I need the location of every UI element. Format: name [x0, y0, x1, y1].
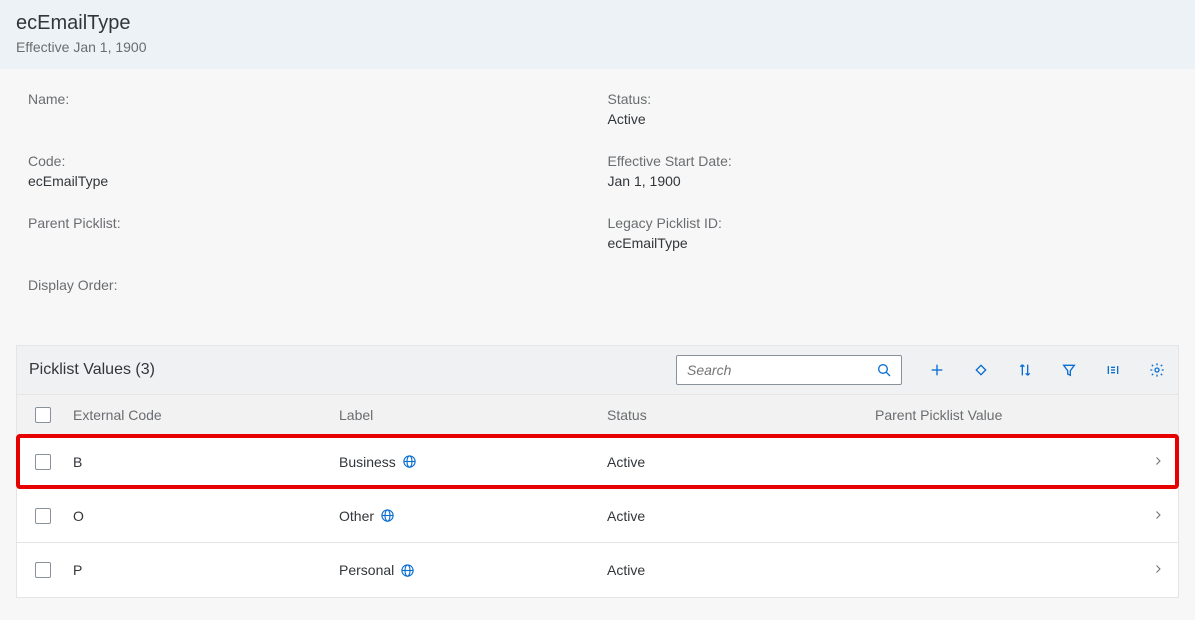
filter-icon[interactable]	[1060, 361, 1078, 379]
row-checkbox[interactable]	[35, 454, 51, 470]
column-external-code[interactable]: External Code	[69, 397, 335, 433]
select-all-checkbox[interactable]	[35, 407, 51, 423]
field-code-value: ecEmailType	[28, 173, 588, 191]
cell-external-code: P	[69, 562, 335, 578]
picklist-values-table: External Code Label Status Parent Pickli…	[16, 394, 1179, 598]
search-input[interactable]	[685, 361, 875, 379]
search-input-container[interactable]	[676, 355, 902, 385]
field-effective-start: Effective Start Date: Jan 1, 1900	[608, 153, 1168, 191]
row-navigate[interactable]	[1138, 454, 1178, 470]
table-row[interactable]: B Business Active	[17, 435, 1178, 489]
search-icon[interactable]	[875, 361, 893, 379]
cell-label-text: Other	[339, 508, 374, 524]
field-parent-picklist: Parent Picklist:	[28, 215, 588, 253]
picklist-values-toolbar: Picklist Values (3)	[16, 345, 1179, 394]
globe-icon[interactable]	[380, 508, 395, 523]
globe-icon[interactable]	[402, 454, 417, 469]
cell-status: Active	[603, 562, 871, 578]
object-title: ecEmailType	[16, 12, 1179, 35]
cell-label: Business	[335, 454, 603, 470]
column-actions	[1138, 405, 1178, 425]
table-row[interactable]: O Other Active	[17, 489, 1178, 543]
chevron-right-icon	[1152, 508, 1164, 524]
chevron-right-icon	[1152, 562, 1164, 578]
field-code: Code: ecEmailType	[28, 153, 588, 191]
details-icon[interactable]	[1104, 361, 1122, 379]
row-select-cell[interactable]	[17, 508, 69, 524]
chevron-right-icon	[1152, 454, 1164, 470]
field-effective-start-label: Effective Start Date:	[608, 153, 1168, 169]
cell-label: Other	[335, 508, 603, 524]
field-parent-picklist-label: Parent Picklist:	[28, 215, 588, 231]
details-form: Name: Status: Active Code: ecEmailType E…	[0, 69, 1195, 345]
column-parent-value[interactable]: Parent Picklist Value	[871, 397, 1138, 433]
field-display-order-value	[28, 297, 588, 315]
picklist-values-tools	[676, 355, 1166, 385]
field-code-label: Code:	[28, 153, 588, 169]
row-navigate[interactable]	[1138, 562, 1178, 578]
select-all-cell[interactable]	[17, 407, 69, 423]
cell-status: Active	[603, 508, 871, 524]
diamond-icon[interactable]	[972, 361, 990, 379]
field-legacy-id: Legacy Picklist ID: ecEmailType	[608, 215, 1168, 253]
field-effective-start-value: Jan 1, 1900	[608, 173, 1168, 191]
table-row[interactable]: P Personal Active	[17, 543, 1178, 597]
column-label[interactable]: Label	[335, 397, 603, 433]
field-name-value	[28, 111, 588, 129]
add-icon[interactable]	[928, 361, 946, 379]
globe-icon[interactable]	[400, 563, 415, 578]
cell-status: Active	[603, 454, 871, 470]
field-name-label: Name:	[28, 91, 588, 107]
cell-label: Personal	[335, 562, 603, 578]
field-legacy-id-label: Legacy Picklist ID:	[608, 215, 1168, 231]
cell-label-text: Business	[339, 454, 396, 470]
field-legacy-id-value: ecEmailType	[608, 235, 1168, 253]
row-checkbox[interactable]	[35, 508, 51, 524]
row-checkbox[interactable]	[35, 562, 51, 578]
table-header-row: External Code Label Status Parent Pickli…	[17, 395, 1178, 435]
row-navigate[interactable]	[1138, 508, 1178, 524]
picklist-values-title: Picklist Values (3)	[29, 361, 155, 379]
field-status-value: Active	[608, 111, 1168, 129]
field-status: Status: Active	[608, 91, 1168, 129]
field-display-order: Display Order:	[28, 277, 588, 315]
cell-external-code: O	[69, 508, 335, 524]
field-parent-picklist-value	[28, 235, 588, 253]
settings-icon[interactable]	[1148, 361, 1166, 379]
row-select-cell[interactable]	[17, 562, 69, 578]
object-header: ecEmailType Effective Jan 1, 1900	[0, 0, 1195, 69]
field-display-order-label: Display Order:	[28, 277, 588, 293]
column-status[interactable]: Status	[603, 397, 871, 433]
picklist-values-section: Picklist Values (3)	[0, 345, 1195, 618]
field-name: Name:	[28, 91, 588, 129]
object-effective-date: Effective Jan 1, 1900	[16, 39, 1179, 55]
field-status-label: Status:	[608, 91, 1168, 107]
row-select-cell[interactable]	[17, 454, 69, 470]
sort-icon[interactable]	[1016, 361, 1034, 379]
cell-external-code: B	[69, 454, 335, 470]
cell-label-text: Personal	[339, 562, 394, 578]
